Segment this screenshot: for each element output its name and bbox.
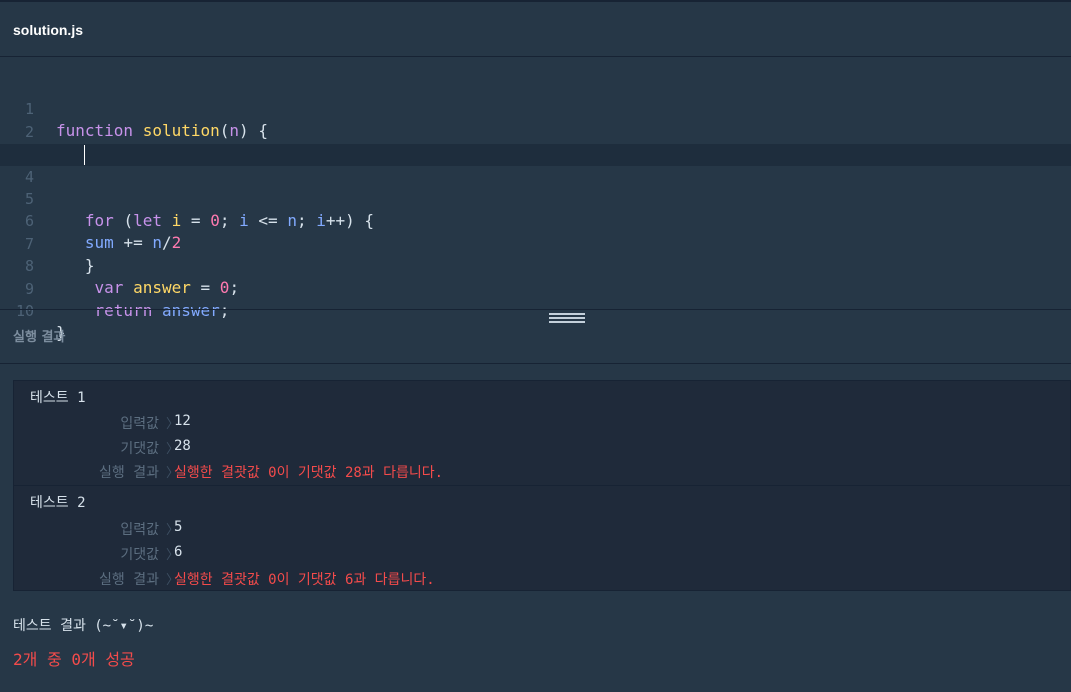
code-line[interactable]: 3 <box>0 121 1071 163</box>
expected-label: 기댓값 <box>120 441 159 457</box>
code-line-active[interactable]: 4 <box>0 144 1071 186</box>
result-value: 실행한 결괏값 0이 기댓값 6과 다릅니다. <box>174 572 435 588</box>
result-label: 실행 결과 <box>99 572 159 588</box>
code-line[interactable]: 6 sum += n/2 <box>0 188 1071 252</box>
code-line[interactable]: 9 return answer; <box>0 256 1071 320</box>
test-case-1: 테스트 1 입력값 〉 12 기댓값 〉 28 실행 결과 〉 실행한 결괏값 … <box>14 381 1071 486</box>
file-tab-bar: solution.js <box>0 0 1071 57</box>
code-line[interactable]: 5 for (let i = 0; i <= n; i++) { <box>0 166 1071 230</box>
test-title: 테스트 2 <box>30 495 86 511</box>
input-label: 입력값 <box>120 522 159 538</box>
result-label: 실행 결과 <box>99 465 159 481</box>
result-panel-header: 실행 결과 <box>0 310 1071 364</box>
input-value: 5 <box>174 519 183 535</box>
expected-value: 28 <box>174 438 191 454</box>
file-tab-name[interactable]: solution.js <box>13 22 83 38</box>
code-runner-app: solution.js 1 function solution(n) { 2 l… <box>0 0 1071 692</box>
summary-result: 2개 중 0개 성공 <box>13 650 135 669</box>
summary-title: 테스트 결과 (~˘▾˘)~ <box>13 618 154 634</box>
code-line[interactable]: 2 let sum = 0; <box>0 99 1071 163</box>
test-title: 테스트 1 <box>30 390 86 406</box>
code-line[interactable]: 1 function solution(n) { <box>0 76 1071 140</box>
test-results-table: 테스트 1 입력값 〉 12 기댓값 〉 28 실행 결과 〉 실행한 결괏값 … <box>13 380 1071 591</box>
result-panel-title: 실행 결과 <box>13 330 66 345</box>
input-label: 입력값 <box>120 416 159 432</box>
result-value: 실행한 결괏값 0이 기댓값 28과 다릅니다. <box>174 465 444 481</box>
expected-label: 기댓값 <box>120 547 159 563</box>
test-case-2: 테스트 2 입력값 〉 5 기댓값 〉 6 실행 결과 〉 실행한 결괏값 0이… <box>14 485 1071 591</box>
code-line[interactable]: 10 } <box>0 278 1071 342</box>
input-value: 12 <box>174 413 191 429</box>
code-editor[interactable]: 1 function solution(n) { 2 let sum = 0; … <box>0 57 1071 342</box>
text-cursor <box>84 145 85 165</box>
code-line[interactable]: 7 } <box>0 211 1071 275</box>
code-line[interactable]: 8 var answer = 0; <box>0 233 1071 297</box>
expected-value: 6 <box>174 544 183 560</box>
